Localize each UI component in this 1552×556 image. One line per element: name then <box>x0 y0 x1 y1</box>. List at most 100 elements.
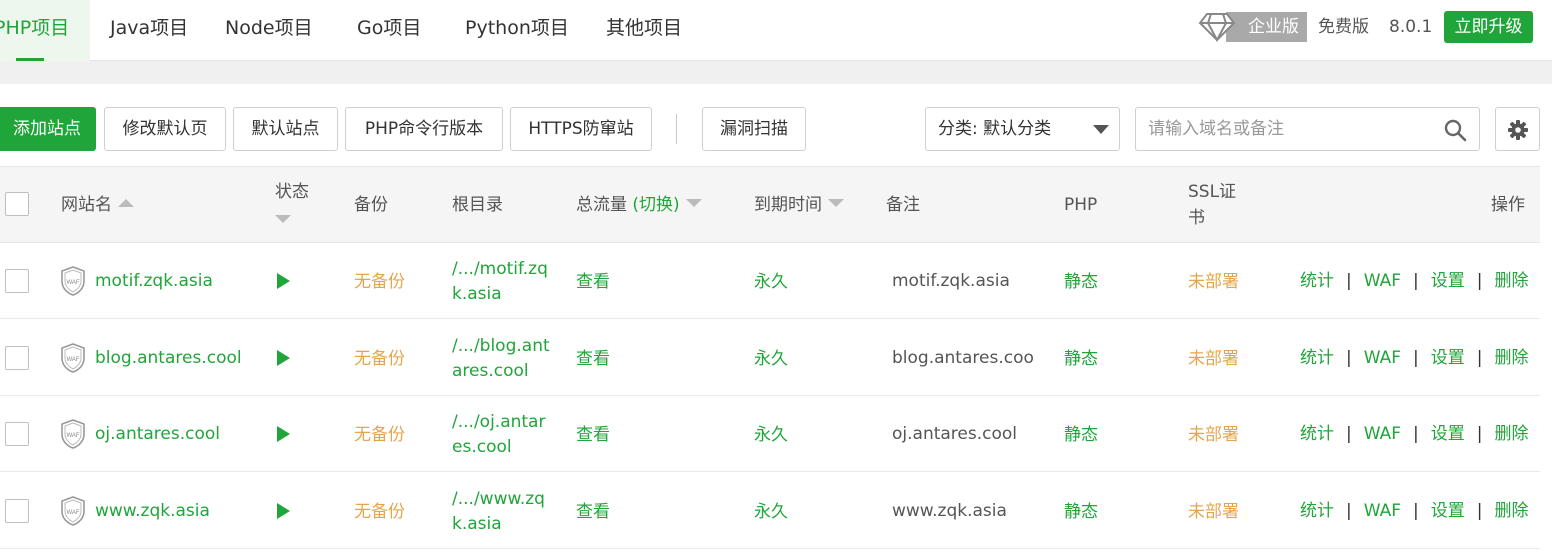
default-site-button[interactable]: 默认站点 <box>233 107 338 151</box>
select-all-checkbox[interactable] <box>5 192 29 216</box>
expire-date-link[interactable]: 永久 <box>754 423 788 448</box>
tab-label: Node项目 <box>225 17 313 39</box>
tab-label: Java项目 <box>110 17 189 39</box>
root-dir-line2: es.cool <box>452 437 512 457</box>
site-name-link[interactable]: motif.zqk.asia <box>95 269 213 294</box>
backup-status-link[interactable]: 无备份 <box>354 500 405 525</box>
waf-link[interactable]: WAF <box>1364 501 1401 521</box>
toolbar-divider <box>676 114 677 144</box>
search-input[interactable] <box>1136 108 1436 150</box>
row-actions: 统计 | WAF | 设置 | 删除 <box>1300 499 1529 524</box>
col-remark: 备注 <box>886 195 920 215</box>
site-name-link[interactable]: www.zqk.asia <box>95 499 210 524</box>
action-separator: | <box>1346 271 1352 291</box>
remark-text[interactable]: motif.zqk.asia <box>892 269 1010 294</box>
action-separator: | <box>1413 500 1419 521</box>
col-expire[interactable]: 到期时间 <box>754 192 844 218</box>
category-select-value: 分类: 默认分类 <box>938 119 1052 139</box>
waf-link[interactable]: WAF <box>1364 271 1401 291</box>
table-row: WAF motif.zqk.asia 无备份 /.../motif.zq k.a… <box>0 243 1540 319</box>
ssl-status-link[interactable]: 未部署 <box>1188 347 1239 372</box>
ssl-status-link[interactable]: 未部署 <box>1188 423 1239 448</box>
tab-node-projects[interactable]: Node项目 <box>225 0 313 61</box>
root-dir-link[interactable]: /.../blog.ant ares.cool <box>452 334 550 384</box>
stats-link[interactable]: 统计 <box>1300 348 1334 368</box>
col-status[interactable]: 状态 <box>275 179 309 205</box>
site-name-link[interactable]: blog.antares.cool <box>95 346 242 371</box>
col-traffic-label: 总流量 <box>576 195 627 215</box>
play-icon[interactable] <box>277 273 290 289</box>
row-checkbox[interactable] <box>5 422 29 446</box>
ssl-status-link[interactable]: 未部署 <box>1188 500 1239 525</box>
php-version-link[interactable]: 静态 <box>1064 347 1098 372</box>
stats-link[interactable]: 统计 <box>1300 271 1334 291</box>
settings-link[interactable]: 设置 <box>1431 271 1465 291</box>
waf-badge-text: WAF <box>66 433 79 439</box>
expire-date-link[interactable]: 永久 <box>754 347 788 372</box>
vuln-scan-button[interactable]: 漏洞扫描 <box>702 107 806 151</box>
root-dir-link[interactable]: /.../oj.antar es.cool <box>452 410 545 460</box>
php-version-link[interactable]: 静态 <box>1064 500 1098 525</box>
delete-link[interactable]: 删除 <box>1495 271 1529 291</box>
free-edition-label: 免费版 <box>1318 17 1369 37</box>
remark-text[interactable]: www.zqk.asia <box>892 499 1007 524</box>
col-traffic[interactable]: 总流量 (切换) <box>576 192 702 218</box>
tab-java-projects[interactable]: Java项目 <box>110 0 188 61</box>
traffic-view-link[interactable]: 查看 <box>576 270 610 295</box>
upgrade-button[interactable]: 立即升级 <box>1444 11 1533 43</box>
traffic-view-link[interactable]: 查看 <box>576 423 610 448</box>
action-separator: | <box>1476 271 1483 291</box>
row-checkbox[interactable] <box>5 269 29 293</box>
stats-link[interactable]: 统计 <box>1300 424 1334 444</box>
category-select[interactable]: 分类: 默认分类 <box>925 107 1120 151</box>
waf-link[interactable]: WAF <box>1364 348 1401 368</box>
row-checkbox[interactable] <box>5 345 29 370</box>
backup-status-link[interactable]: 无备份 <box>354 270 405 295</box>
php-version-link[interactable]: 静态 <box>1064 423 1098 448</box>
php-version-link[interactable]: 静态 <box>1064 270 1098 295</box>
settings-link[interactable]: 设置 <box>1431 501 1465 521</box>
remark-text[interactable]: blog.antares.coo <box>892 346 1034 371</box>
expire-date-link[interactable]: 永久 <box>754 500 788 525</box>
col-site-name[interactable]: 网站名 <box>61 192 134 218</box>
enterprise-edition-badge[interactable]: 企业版 <box>1226 12 1307 42</box>
play-icon[interactable] <box>277 349 290 366</box>
edit-default-page-button[interactable]: 修改默认页 <box>104 107 226 151</box>
search-icon[interactable] <box>1443 118 1467 142</box>
tab-label: 其他项目 <box>606 17 683 39</box>
delete-link[interactable]: 删除 <box>1495 424 1529 444</box>
site-name-link[interactable]: oj.antares.cool <box>95 422 220 447</box>
active-tab-indicator <box>16 58 44 61</box>
delete-link[interactable]: 删除 <box>1495 501 1529 521</box>
sort-desc-icon <box>275 215 291 223</box>
delete-link[interactable]: 删除 <box>1495 348 1529 368</box>
expire-date-link[interactable]: 永久 <box>754 270 788 295</box>
stats-link[interactable]: 统计 <box>1300 501 1334 521</box>
root-dir-link[interactable]: /.../motif.zq k.asia <box>452 257 548 307</box>
tab-other-projects[interactable]: 其他项目 <box>606 0 682 61</box>
action-separator: | <box>1476 500 1483 521</box>
remark-text[interactable]: oj.antares.cool <box>892 422 1017 447</box>
settings-link[interactable]: 设置 <box>1431 424 1465 444</box>
backup-status-link[interactable]: 无备份 <box>354 423 405 448</box>
play-icon[interactable] <box>277 502 290 519</box>
row-checkbox[interactable] <box>5 498 29 523</box>
traffic-view-link[interactable]: 查看 <box>576 347 610 372</box>
tab-go-projects[interactable]: Go项目 <box>357 0 421 61</box>
tab-python-projects[interactable]: Python项目 <box>465 0 569 61</box>
settings-button[interactable] <box>1495 107 1540 151</box>
ssl-status-link[interactable]: 未部署 <box>1188 270 1239 295</box>
play-icon[interactable] <box>277 426 290 442</box>
https-protect-button[interactable]: HTTPS防窜站 <box>510 107 652 151</box>
traffic-view-link[interactable]: 查看 <box>576 500 610 525</box>
tab-php-projects[interactable]: PHP项目 <box>0 0 90 61</box>
add-site-button[interactable]: 添加站点 <box>0 107 96 151</box>
backup-status-link[interactable]: 无备份 <box>354 347 405 372</box>
waf-link[interactable]: WAF <box>1364 424 1401 444</box>
col-site-name-label: 网站名 <box>61 195 112 215</box>
sort-desc-icon <box>685 199 702 207</box>
traffic-switch-link[interactable]: (切换) <box>632 195 679 215</box>
settings-link[interactable]: 设置 <box>1431 348 1465 368</box>
php-cli-version-button[interactable]: PHP命令行版本 <box>345 107 503 151</box>
root-dir-link[interactable]: /.../www.zq k.asia <box>452 487 545 537</box>
